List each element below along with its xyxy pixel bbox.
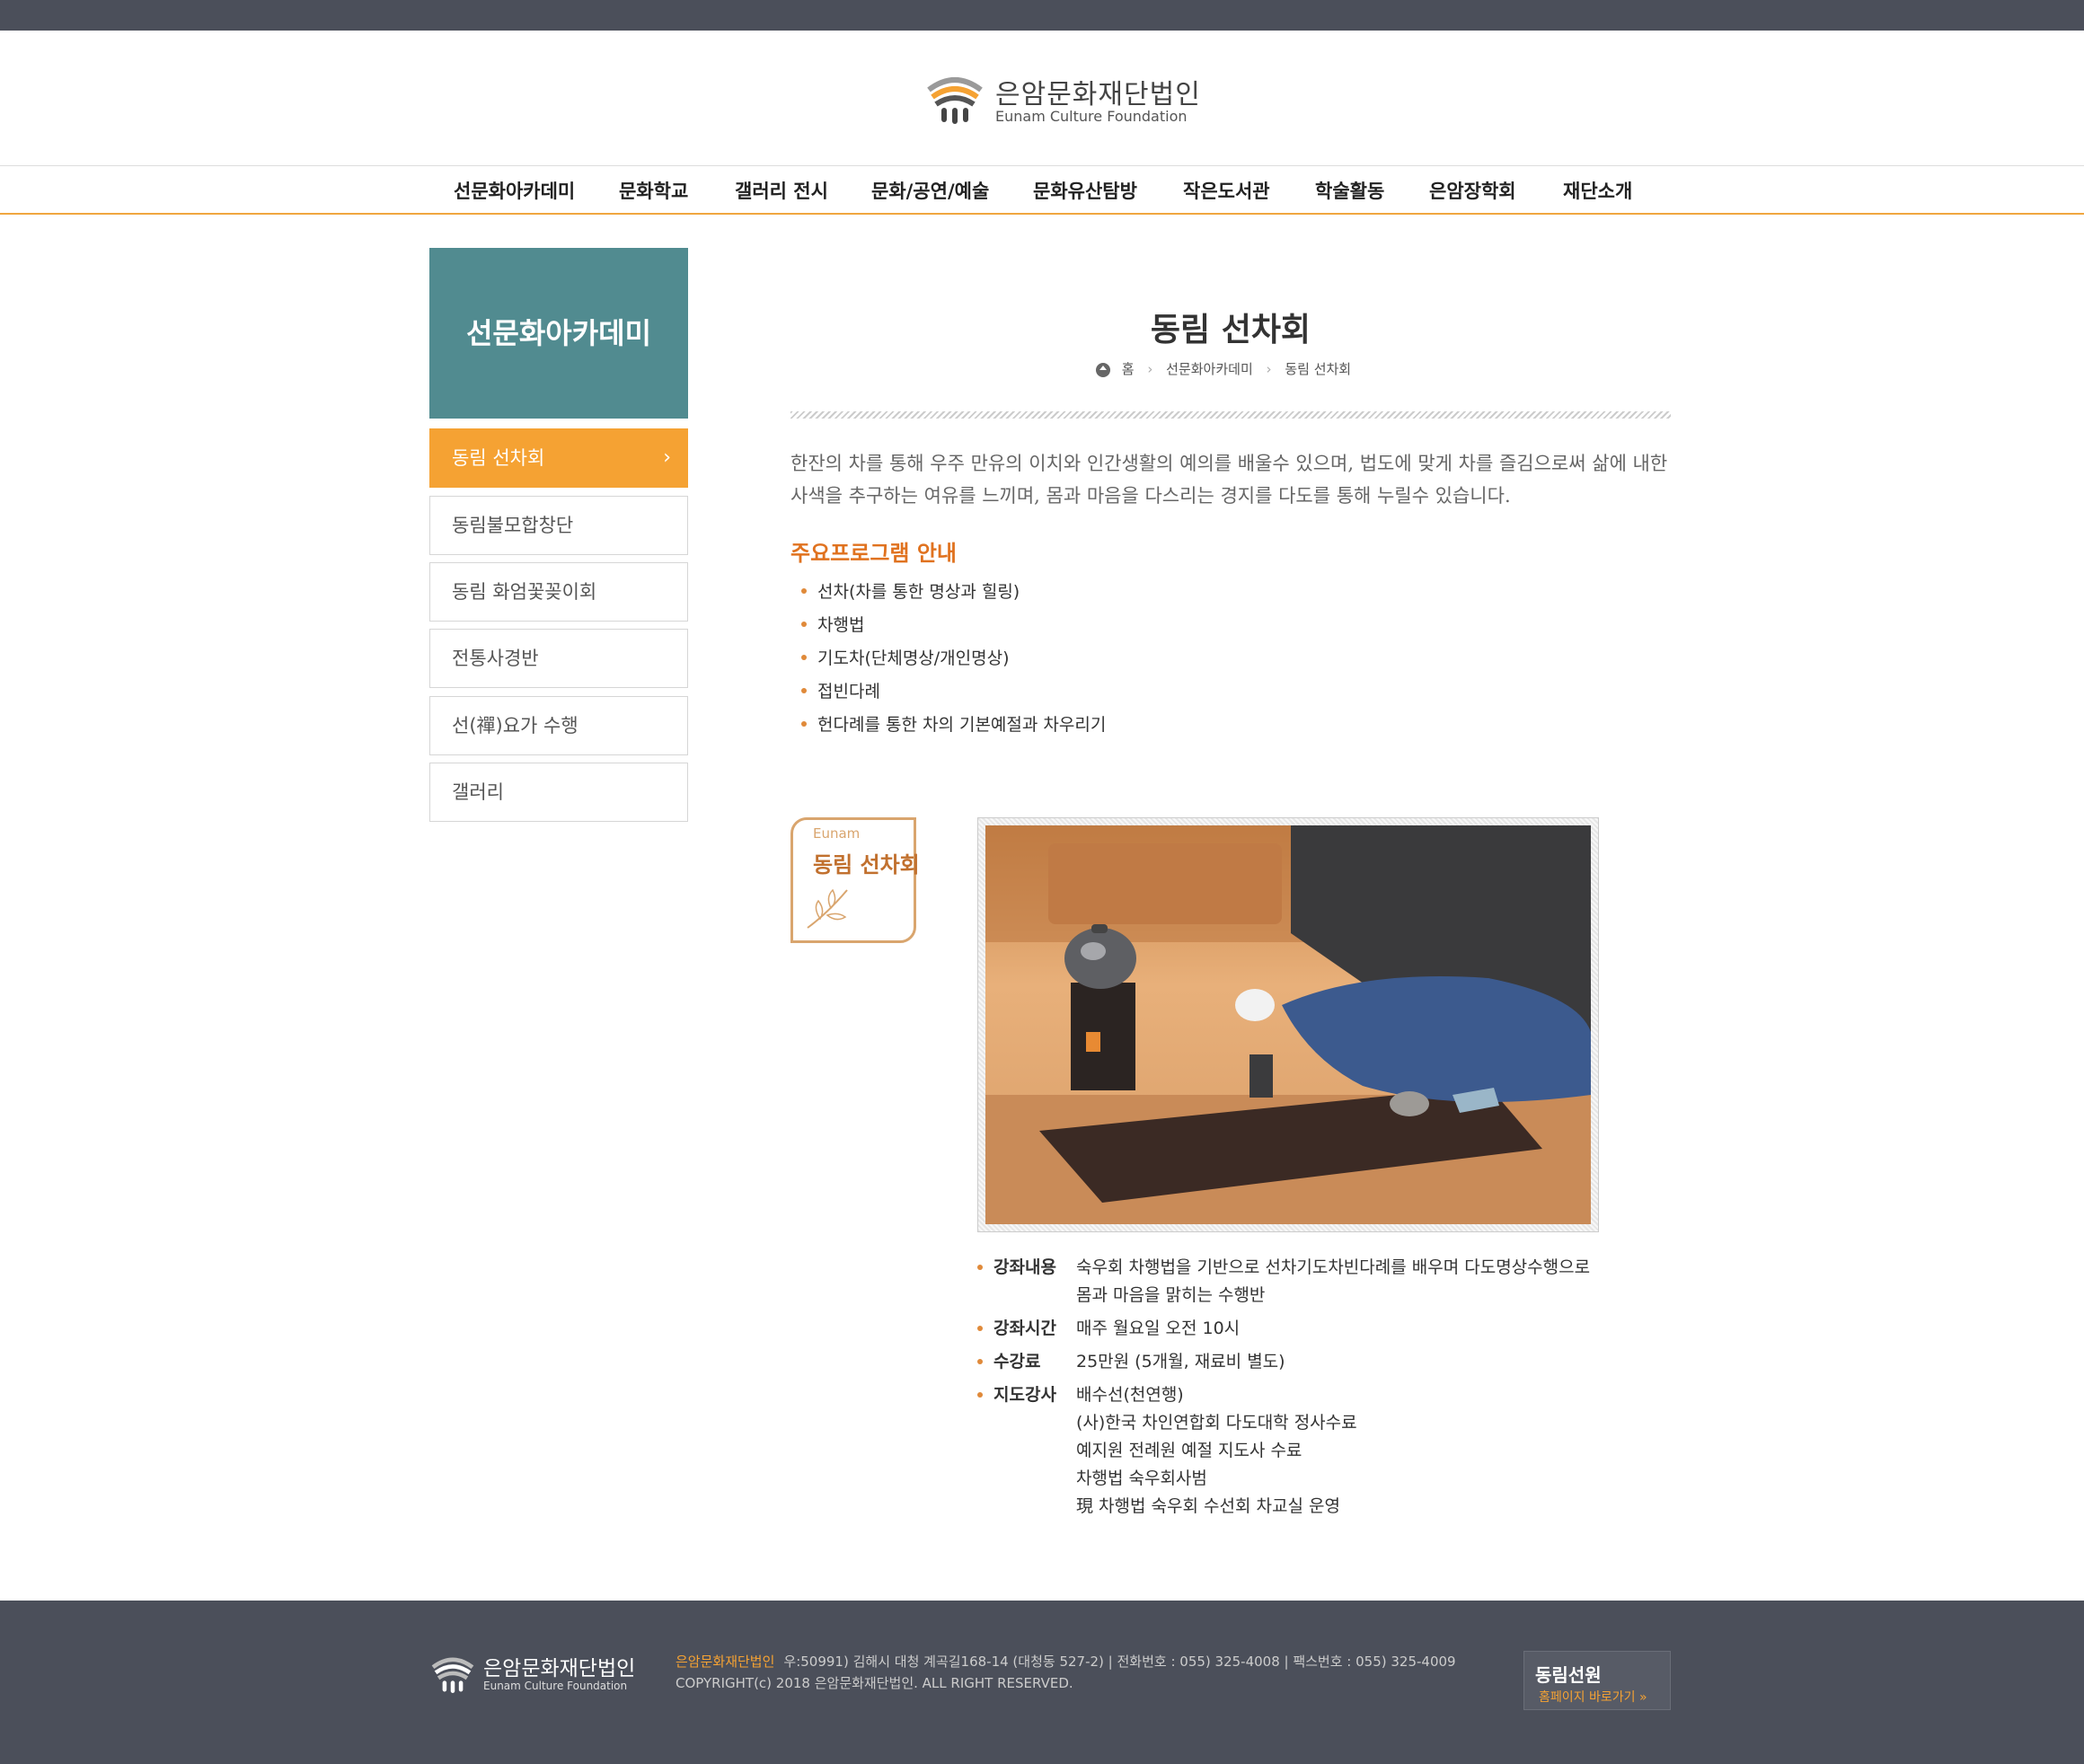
bullet-icon [977,1392,983,1398]
breadcrumb: 홈 › 선문화아카데미 › 동림 선차회 [1096,359,1351,378]
sidebar-item-label: 동림 화엄꽃꽂이회 [452,581,597,603]
sidebar-item-label: 동림 선차회 [452,447,545,469]
nav-item-library[interactable]: 작은도서관 [1183,177,1270,204]
sidebar-item-tea[interactable]: 동림 선차회 › [429,428,688,488]
info-key: 수강료 [993,1352,1041,1372]
breadcrumb-separator-icon: › [1147,361,1153,377]
logo-icon [431,1657,474,1693]
sidebar-item-label: 선(禪)요가 수행 [452,715,578,736]
info-value: 배수선(천연행) (사)한국 차인연합회 다도대학 정사수료 예지원 전례원 예… [1076,1385,1357,1516]
logo-title: 은암문화재단법인 [995,79,1201,110]
sidebar-item-flower[interactable]: 동림 화엄꽃꽂이회 [429,562,688,622]
sidebar-item-gallery[interactable]: 갤러리 [429,763,688,822]
info-row: 강좌내용 숙우회 차행법을 기반으로 선차기도차빈다례를 배우며 다도명상수행으… [977,1254,1624,1310]
program-title: 주요프로그램 안내 [790,541,957,566]
footer-logo[interactable]: 은암문화재단법인 Eunam Culture Foundation [429,1651,635,1699]
sidebar-item-choir[interactable]: 동림불모합창단 [429,496,688,555]
info-key: 강좌시간 [993,1319,1056,1338]
logo-subtitle: Eunam Culture Foundation [995,108,1188,125]
breadcrumb-home[interactable]: 홈 [1122,361,1135,377]
leaf-icon [807,888,848,929]
sidebar-item-label: 동림불모합창단 [452,515,574,536]
footer-brand: 은암문화재단법인 [676,1654,775,1670]
tea-ceremony-photo [985,825,1591,1224]
list-item: 차행법 [799,612,1106,645]
nav-item-heritage[interactable]: 문화유산탐방 [1033,177,1137,204]
logo-icon [927,77,983,124]
bullet-icon [977,1265,983,1270]
course-info: 강좌내용 숙우회 차행법을 기반으로 선차기도차빈다례를 배우며 다도명상수행으… [977,1254,1624,1526]
header: 은암문화재단법인 Eunam Culture Foundation [0,31,2084,165]
bullet-icon [977,1326,983,1331]
list-item: 헌다례를 통한 차의 기본예절과 차우리기 [799,711,1106,745]
sidebar-title: 선문화아카데미 [429,248,688,419]
footer: 은암문화재단법인 Eunam Culture Foundation 은암문화재단… [0,1601,2084,1764]
breadcrumb-separator-icon: › [1266,361,1272,377]
nav-item-academic[interactable]: 학술활동 [1315,177,1384,204]
related-site-link: 홈페이지 바로가기 » [1539,1690,1647,1705]
list-item: 선차(차를 통한 명상과 힐링) [799,578,1106,612]
info-value: 매주 월요일 오전 10시 [1076,1319,1241,1338]
footer-copyright: COPYRIGHT(c) 2018 은암문화재단법인. ALL RIGHT RE… [676,1675,1073,1691]
footer-address: 우:50991) 김해시 대청 계곡길168-14 (대청동 527-2) | … [783,1654,1456,1670]
home-icon[interactable] [1096,362,1110,377]
info-value: 25만원 (5개월, 재료비 별도) [1076,1352,1285,1372]
top-bar [0,0,2084,31]
nav-item-academy[interactable]: 선문화아카데미 [454,177,575,204]
breadcrumb-current: 동림 선차회 [1285,361,1352,377]
nav-item-scholarship[interactable]: 은암장학회 [1429,177,1516,204]
related-site-button[interactable]: 동림선원 홈페이지 바로가기 » [1523,1651,1671,1710]
sidebar-item-label: 갤러리 [452,781,504,803]
page-title: 동림 선차회 [1150,312,1311,348]
list-item: 기도차(단체명상/개인명상) [799,645,1106,678]
site-logo[interactable]: 은암문화재단법인 Eunam Culture Foundation [925,68,1200,131]
nav-item-school[interactable]: 문화학교 [619,177,688,204]
info-value: 숙우회 차행법을 기반으로 선차기도차빈다례를 배우며 다도명상수행으로 몸과 … [1076,1257,1591,1305]
list-item: 접빈다례 [799,678,1106,711]
sidebar-item-yoga[interactable]: 선(禪)요가 수행 [429,696,688,755]
breadcrumb-section[interactable]: 선문화아카데미 [1166,361,1253,377]
info-row: 강좌시간 매주 월요일 오전 10시 [977,1315,1624,1343]
footer-info: 은암문화재단법인 우:50991) 김해시 대청 계곡길168-14 (대청동 5… [676,1651,1456,1694]
info-key: 지도강사 [993,1385,1056,1405]
nav-item-gallery[interactable]: 갤러리 전시 [735,177,828,204]
photo-frame [977,817,1599,1232]
related-site-name: 동림선원 [1535,1664,1602,1686]
nav-item-about[interactable]: 재단소개 [1563,177,1632,204]
title-divider [790,411,1671,419]
badge-en: Eunam [813,825,861,842]
chevron-right-icon: › [663,446,671,469]
program-badge: Eunam 동림 선차회 [790,817,920,943]
info-row: 수강료 25만원 (5개월, 재료비 별도) [977,1348,1624,1376]
footer-logo-title: 은암문화재단법인 [483,1657,636,1680]
badge-title: 동림 선차회 [813,852,920,878]
footer-logo-subtitle: Eunam Culture Foundation [483,1680,628,1692]
bullet-icon [977,1359,983,1364]
main-nav: 선문화아카데미 문화학교 갤러리 전시 문화/공연/예술 문화유산탐방 작은도서… [0,165,2084,215]
info-key: 강좌내용 [993,1257,1056,1277]
sidebar-item-label: 전통사경반 [452,648,539,669]
info-row: 지도강사 배수선(천연행) (사)한국 차인연합회 다도대학 정사수료 예지원 … [977,1381,1624,1521]
sidebar-item-sutra[interactable]: 전통사경반 [429,629,688,688]
nav-item-performance[interactable]: 문화/공연/예술 [871,177,989,204]
intro-text: 한잔의 차를 통해 우주 만유의 이치와 인간생활의 예의를 배울수 있으며, … [790,453,1668,507]
program-list: 선차(차를 통한 명상과 힐링) 차행법 기도차(단체명상/개인명상) 접빈다례… [799,578,1106,745]
